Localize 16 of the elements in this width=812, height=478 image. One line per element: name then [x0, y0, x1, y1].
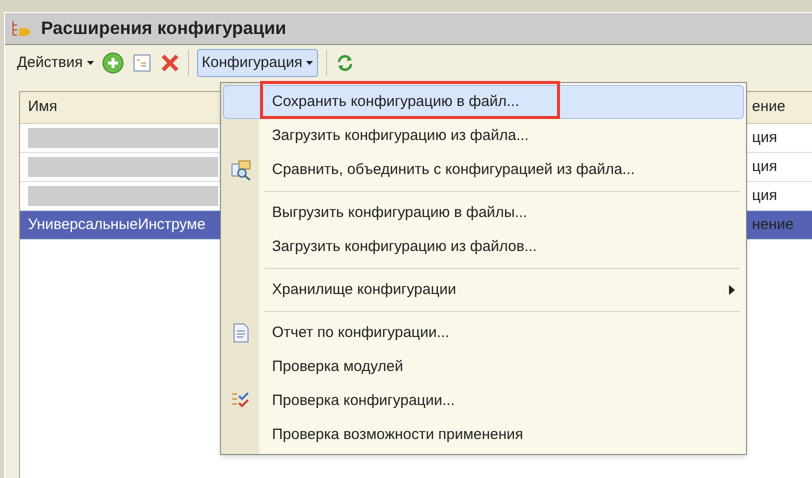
- menu-item-label: Отчет по конфигурации...: [272, 322, 450, 343]
- window-title: Расширения конфигурации: [41, 17, 286, 40]
- table-cell-text: ция: [752, 156, 778, 177]
- menu-item-label: Выгрузить конфигурацию в файлы...: [272, 202, 528, 223]
- menu-item-label: Сохранить конфигурацию в файл...: [272, 92, 520, 112]
- table-cell-text: ция: [752, 128, 778, 148]
- menu-item-label: Проверка возможности применения: [272, 424, 524, 445]
- menu-item-label: Хранилище конфигурации: [272, 280, 456, 300]
- table-cell-text: нение: [752, 214, 794, 235]
- table-cell-text: УниверсальныеИнструме: [28, 214, 206, 235]
- menu-item-label: Проверка модулей: [272, 356, 404, 377]
- menu-item-label: Загрузить конфигурацию из файла...: [272, 126, 529, 146]
- table-cell-text: ция: [752, 186, 778, 206]
- menu-item-label: Загрузить конфигурацию из файлов...: [272, 236, 537, 257]
- menu-item-label: Проверка конфигурации...: [272, 390, 455, 411]
- menu-item-label: Сравнить, объединить с конфигурацией из файла...: [272, 160, 635, 180]
